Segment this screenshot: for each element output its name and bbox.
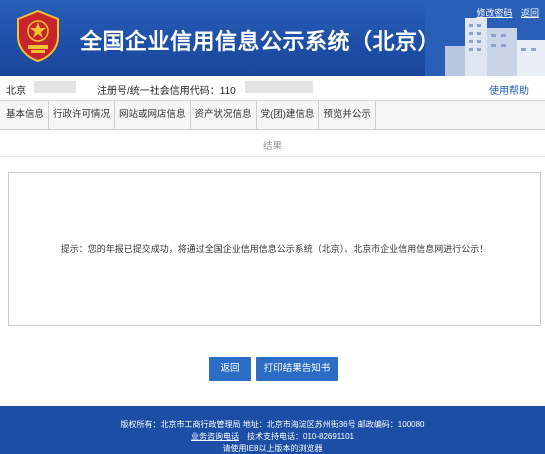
info-bar: 北京 注册号/统一社会信用代码：110 使用帮助 bbox=[0, 76, 545, 101]
tab-basic-info[interactable]: 基本信息 bbox=[0, 101, 50, 129]
tab-bar: 基本信息 行政许可情况 网站或网店信息 资产状况信息 党(团)建信息 预览并公示 bbox=[0, 101, 545, 130]
tab-assets-info[interactable]: 资产状况信息 bbox=[191, 101, 257, 129]
masked-registration-code bbox=[245, 81, 313, 93]
tab-admin-license[interactable]: 行政许可情况 bbox=[49, 101, 116, 129]
site-footer: 版权所有：北京市工商行政管理局 地址：北京市海淀区苏州街36号 邮政编码：100… bbox=[0, 406, 545, 454]
location-label: 北京 bbox=[6, 86, 26, 97]
top-links: 修改密码 返回 bbox=[470, 6, 539, 19]
tab-website-info[interactable]: 网站或网店信息 bbox=[115, 101, 191, 129]
return-link[interactable]: 返回 bbox=[521, 8, 539, 18]
consult-phone-link[interactable]: 业务咨询电话 bbox=[191, 432, 239, 441]
site-header: 全国企业信用信息公示系统（北京） 修改密码 返回 bbox=[0, 0, 545, 76]
back-button[interactable]: 返回 bbox=[209, 357, 251, 381]
footer-contact: 业务咨询电话 技术支持电话：010-82691101 bbox=[0, 431, 545, 442]
section-divider bbox=[0, 156, 545, 157]
section-title: 结果 bbox=[262, 141, 282, 152]
national-emblem-icon bbox=[17, 9, 59, 63]
result-message-box: 提示：您的年报已提交成功，将通过全国企业信用信息公示系统（北京）、北京市企业信用… bbox=[8, 172, 541, 326]
system-title: 全国企业信用信息公示系统（北京） bbox=[80, 29, 441, 54]
footer-copyright: 版权所有：北京市工商行政管理局 地址：北京市海淀区苏州街36号 邮政编码：100… bbox=[120, 420, 425, 429]
masked-company-name bbox=[34, 81, 76, 93]
print-notice-button[interactable]: 打印结果告知书 bbox=[256, 357, 338, 381]
tech-support-phone: 技术支持电话：010-82691101 bbox=[246, 432, 354, 441]
help-link[interactable]: 使用帮助 bbox=[489, 82, 529, 97]
tab-party-info[interactable]: 党(团)建信息 bbox=[257, 101, 320, 129]
change-password-link[interactable]: 修改密码 bbox=[476, 8, 512, 18]
result-message: 提示：您的年报已提交成功，将通过全国企业信用信息公示系统（北京）、北京市企业信用… bbox=[60, 244, 489, 254]
registration-code-label: 注册号/统一社会信用代码：110 bbox=[97, 86, 236, 97]
tab-preview-publish[interactable]: 预览并公示 bbox=[319, 101, 376, 129]
footer-browser-note: 请使用IE8以上版本的浏览器 bbox=[222, 444, 323, 453]
